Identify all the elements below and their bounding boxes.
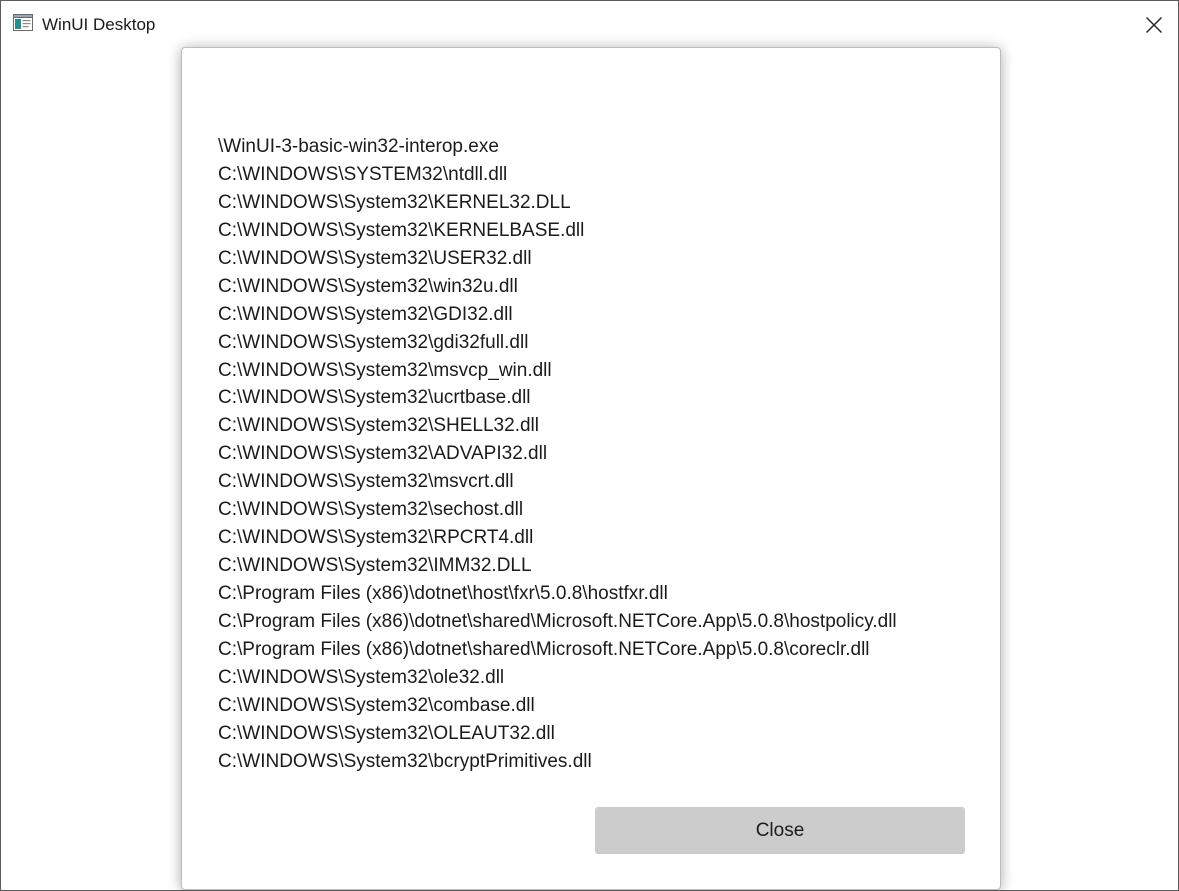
module-path-item: C:\WINDOWS\System32\ucrtbase.dll <box>218 387 531 409</box>
module-path-item: C:\WINDOWS\SYSTEM32\ntdll.dll <box>218 163 508 185</box>
module-path-item: C:\WINDOWS\System32\KERNELBASE.dll <box>218 219 585 241</box>
module-path-item: C:\Program Files (x86)\dotnet\shared\Mic… <box>218 610 897 632</box>
module-path-item: C:\WINDOWS\System32\USER32.dll <box>218 247 532 269</box>
content-dialog: \WinUI-3-basic-win32-interop.exe C:\WINDO… <box>181 47 1001 890</box>
module-path-item: C:\WINDOWS\System32\sechost.dll <box>218 499 524 521</box>
window-title: WinUI Desktop <box>42 15 156 34</box>
module-path-item: C:\Program Files (x86)\dotnet\host\fxr\5… <box>218 583 668 604</box>
module-path-item: C:\WINDOWS\System32\KERNEL32.DLL <box>218 191 571 213</box>
module-path-item: C:\WINDOWS\System32\gdi32full.dll <box>218 331 529 353</box>
app-window-icon <box>13 14 33 31</box>
module-path-item: C:\WINDOWS\System32\RPCRT4.dll <box>218 527 534 549</box>
app-window: WinUI Desktop \WinUI-3-basic-win32-inter… <box>0 0 1179 891</box>
close-window-button[interactable] <box>1140 11 1168 39</box>
module-path-item: C:\WINDOWS\System32\IMM32.DLL <box>218 555 532 577</box>
module-path-item: C:\WINDOWS\System32\combase.dll <box>218 694 535 716</box>
loaded-modules-list[interactable]: \WinUI-3-basic-win32-interop.exe C:\WINDO… <box>218 133 988 773</box>
module-path-item: C:\WINDOWS\System32\win32u.dll <box>218 275 518 297</box>
module-path-item: \WinUI-3-basic-win32-interop.exe <box>218 136 499 157</box>
close-icon <box>1146 17 1162 33</box>
module-path-item: C:\Program Files (x86)\dotnet\shared\Mic… <box>218 638 870 660</box>
module-path-item: C:\WINDOWS\System32\msvcp_win.dll <box>218 359 552 381</box>
module-path-item: C:\WINDOWS\System32\ADVAPI32.dll <box>218 443 548 465</box>
title-bar[interactable]: WinUI Desktop <box>1 1 1178 47</box>
module-path-item: C:\WINDOWS\System32\msvcrt.dll <box>218 471 514 493</box>
module-path-item: C:\WINDOWS\System32\GDI32.dll <box>218 303 513 325</box>
close-button[interactable]: Close <box>595 807 965 854</box>
module-path-item: C:\WINDOWS\System32\ole32.dll <box>218 666 505 688</box>
module-path-item: C:\WINDOWS\System32\bcryptPrimitives.dll <box>218 750 592 772</box>
module-path-item: C:\WINDOWS\System32\SHELL32.dll <box>218 415 539 437</box>
module-path-item: C:\WINDOWS\System32\OLEAUT32.dll <box>218 722 555 744</box>
